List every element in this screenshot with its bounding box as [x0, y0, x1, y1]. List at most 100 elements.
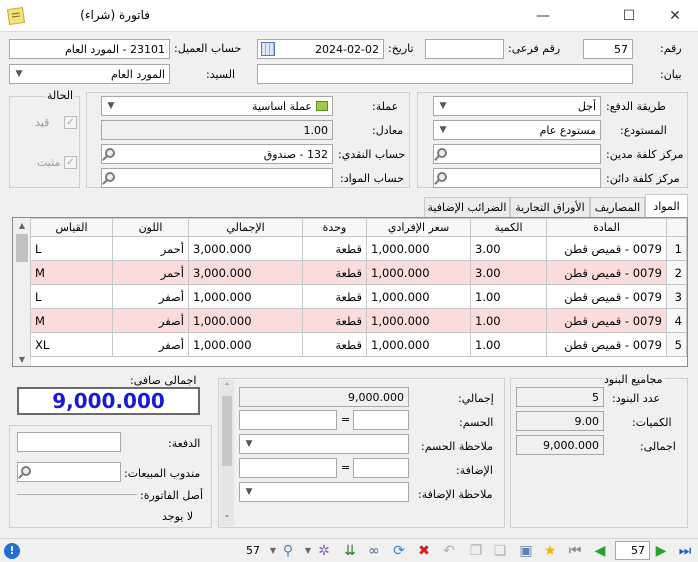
chevron-down-icon[interactable]: ▼ [300, 543, 316, 559]
cash-account-field[interactable]: 132 - صندوق [101, 144, 333, 164]
cell-price[interactable]: 1,000.000 [366, 308, 471, 333]
col-size[interactable]: القياس [30, 218, 113, 237]
materials-account-field[interactable] [101, 168, 333, 188]
cell-color[interactable]: أحمر [112, 260, 189, 285]
payment-field[interactable] [17, 432, 121, 452]
search-icon[interactable] [21, 466, 31, 476]
refresh-icon[interactable]: ⟳ [391, 543, 407, 559]
cell-total[interactable]: 3,000.000 [188, 260, 303, 285]
info-icon[interactable]: ! [4, 543, 20, 559]
cell-price[interactable]: 1,000.000 [366, 260, 471, 285]
scroll-down-icon[interactable]: ⌄ [221, 510, 233, 520]
maximize-button[interactable]: ☐ [606, 0, 652, 32]
cell-unit[interactable]: قطعة [302, 332, 367, 357]
cell-item[interactable]: 0079 - قميص قطن [546, 236, 667, 261]
warehouse-select[interactable]: ▼ مستودع عام [433, 120, 601, 140]
number-field[interactable]: 57 [583, 39, 633, 59]
subnumber-field[interactable] [425, 39, 504, 59]
payment-method-select[interactable]: ▼ أجل [433, 96, 601, 116]
client-account-field[interactable]: 23101 - المورد العام [9, 39, 170, 59]
chevron-down-icon[interactable]: ▼ [102, 97, 120, 115]
scroll-thumb[interactable] [222, 396, 232, 466]
cell-color[interactable]: أصفر [112, 332, 189, 357]
scroll-down-icon[interactable]: ▼ [13, 352, 31, 366]
close-button[interactable]: ✕ [652, 0, 698, 32]
mr-field[interactable]: ▼ المورد العام [9, 64, 170, 84]
first-record-icon[interactable]: ⏮ [567, 543, 583, 559]
row-number[interactable]: 3 [666, 284, 687, 309]
cell-qty[interactable]: 1.00 [470, 332, 547, 357]
debit-cc-field[interactable] [433, 144, 601, 164]
settings-icon[interactable]: ✲ [316, 543, 332, 559]
tab-additional-taxes[interactable]: الضرائب الإضافية [424, 197, 510, 217]
adjustments-scrollbar[interactable]: ⌃ ⌄ [220, 380, 234, 526]
calendar-icon[interactable] [261, 42, 275, 56]
credit-cc-field[interactable] [433, 168, 601, 188]
undo-icon[interactable]: ↶ [441, 543, 457, 559]
cell-item[interactable]: 0079 - قميص قطن [546, 260, 667, 285]
cell-total[interactable]: 1,000.000 [188, 284, 303, 309]
cell-total[interactable]: 1,000.000 [188, 308, 303, 333]
col-unit[interactable]: وحدة [302, 218, 367, 237]
chevron-down-icon[interactable]: ▼ [240, 435, 258, 453]
statement-field[interactable] [257, 64, 633, 84]
table-row[interactable]: 5 0079 - قميص قطن 1.00 1,000.000 قطعة 1,… [30, 332, 687, 357]
attachment-icon[interactable]: ⚲ [280, 543, 296, 559]
scroll-thumb[interactable] [16, 234, 28, 262]
cell-unit[interactable]: قطعة [302, 308, 367, 333]
cell-qty[interactable]: 3.00 [470, 236, 547, 261]
save-icon[interactable]: ▣ [518, 543, 534, 559]
minimize-button[interactable]: — [520, 0, 566, 32]
chevron-down-icon[interactable]: ▼ [10, 65, 28, 83]
col-color[interactable]: اللون [112, 218, 189, 237]
sort-icon[interactable]: ⇊ [342, 543, 358, 559]
table-row[interactable]: 2 0079 - قميص قطن 3.00 1,000.000 قطعة 3,… [30, 260, 687, 285]
cell-total[interactable]: 1,000.000 [188, 332, 303, 357]
addition-amount-field[interactable] [239, 458, 337, 478]
cell-color[interactable]: أحمر [112, 236, 189, 261]
sales-rep-field[interactable] [17, 462, 121, 482]
cell-unit[interactable]: قطعة [302, 236, 367, 261]
chevron-down-icon[interactable]: ▼ [434, 121, 452, 139]
cell-qty[interactable]: 1.00 [470, 308, 547, 333]
row-number[interactable]: 4 [666, 308, 687, 333]
chevron-down-icon[interactable]: ▼ [240, 483, 258, 501]
search-icon[interactable] [105, 148, 115, 158]
cell-total[interactable]: 3,000.000 [188, 236, 303, 261]
delete-icon[interactable]: ✖ [416, 543, 432, 559]
recorded-checkbox[interactable]: ✓ [64, 116, 77, 129]
addition-note-select[interactable]: ▼ [239, 482, 409, 502]
cell-unit[interactable]: قطعة [302, 260, 367, 285]
search-icon[interactable] [437, 172, 447, 182]
cell-price[interactable]: 1,000.000 [366, 284, 471, 309]
cell-size[interactable]: L [30, 236, 113, 261]
tab-materials[interactable]: المواد [645, 194, 688, 218]
col-price[interactable]: سعر الإفرادي [366, 218, 471, 237]
cell-color[interactable]: أصفر [112, 284, 189, 309]
cell-item[interactable]: 0079 - قميص قطن [546, 332, 667, 357]
row-number[interactable]: 1 [666, 236, 687, 261]
last-record-icon[interactable]: ⏭ [677, 543, 693, 559]
cell-qty[interactable]: 1.00 [470, 284, 547, 309]
link-icon[interactable]: ∞ [366, 543, 382, 559]
cell-price[interactable]: 1,000.000 [366, 332, 471, 357]
cell-item[interactable]: 0079 - قميص قطن [546, 284, 667, 309]
row-number[interactable]: 2 [666, 260, 687, 285]
row-number[interactable]: 5 [666, 332, 687, 357]
date-field[interactable]: 2024-02-02 [257, 39, 384, 59]
search-icon[interactable] [105, 172, 115, 182]
items-grid[interactable]: ▲ ▼ المادة الكمية سعر الإفرادي وحدة الإج… [12, 217, 688, 367]
grid-scrollbar[interactable]: ▲ ▼ [13, 218, 31, 366]
tab-expenses[interactable]: المصاريف [590, 197, 645, 217]
cell-size[interactable]: XL [30, 332, 113, 357]
col-total[interactable]: الإجمالي [188, 218, 303, 237]
col-item[interactable]: المادة [546, 218, 667, 237]
discount-amount-field[interactable] [239, 410, 337, 430]
cell-size[interactable]: L [30, 284, 113, 309]
cell-unit[interactable]: قطعة [302, 284, 367, 309]
record-navigator-field[interactable]: 57 [615, 541, 650, 560]
discount-percent-field[interactable] [353, 410, 409, 430]
paste-icon[interactable]: ❏ [492, 543, 508, 559]
addition-percent-field[interactable] [353, 458, 409, 478]
currency-select[interactable]: ▼ عملة اساسية [101, 96, 333, 116]
